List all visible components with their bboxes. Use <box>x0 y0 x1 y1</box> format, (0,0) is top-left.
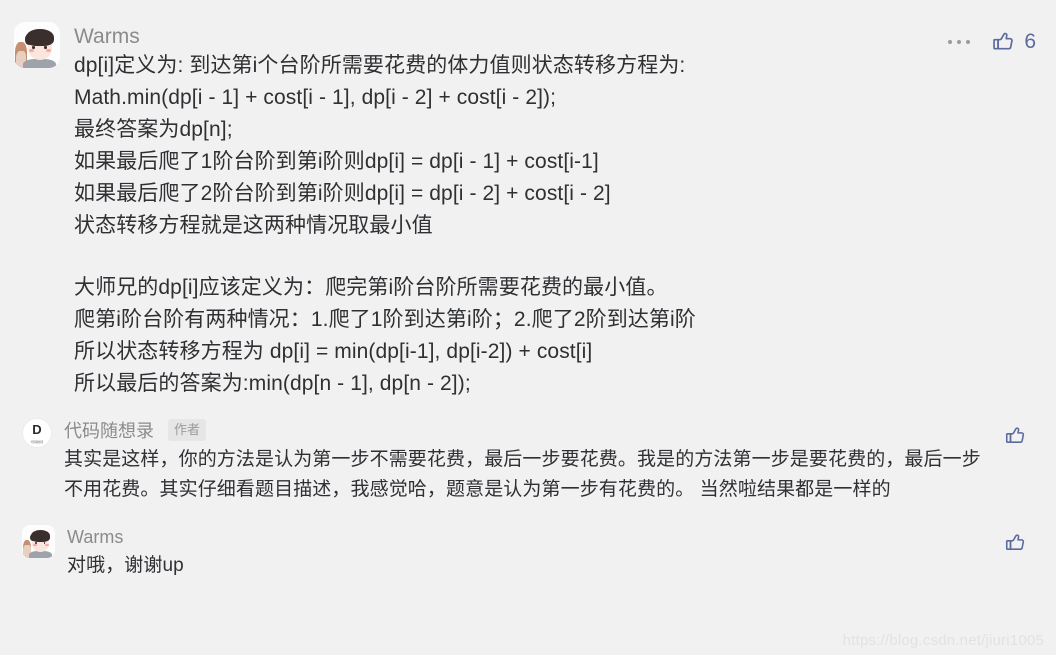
reply-username[interactable]: Warms <box>67 527 123 547</box>
reply-text: 其实是这样，你的方法是认为第一步不需要花费，最后一步要花费。我是的方法第一步是要… <box>64 449 981 500</box>
reply-item: D 代码随想录 代码随想录 作者 其实是这样，你的方法是认为第一步不需要花费，最… <box>22 418 1036 505</box>
avatar-hair-side <box>29 533 36 542</box>
reply-like-button[interactable] <box>1003 525 1028 560</box>
comment-text-secondary: 大师兄的dp[i]应该定义为：爬完第i阶台阶所需要花费的最小值。 爬第i阶台阶有… <box>74 276 696 395</box>
comment-thread: Warms dp[i]定义为: 到达第i个台阶所需要花费的体力值则状态转移方程为… <box>0 0 1056 581</box>
reply-username-wrapper: 代码随想录 作者 <box>64 418 997 442</box>
reply-body: 代码随想录 作者 其实是这样，你的方法是认为第一步不需要花费，最后一步要花费。我… <box>52 418 1003 505</box>
comment-username[interactable]: Warms <box>74 22 936 50</box>
avatar-body <box>23 58 57 68</box>
reply-item: Warms 对哦，谢谢up <box>22 525 1036 581</box>
like-count: 6 <box>1024 30 1036 53</box>
reply-username[interactable]: 代码随想录 <box>64 421 154 441</box>
warms-avatar[interactable] <box>22 525 55 558</box>
daimasuixianglu-logo-avatar[interactable]: D 代码随想录 <box>22 418 52 448</box>
reply-avatar-caption: 代码随想录 <box>30 440 44 444</box>
comment-body: Warms dp[i]定义为: 到达第i个台阶所需要花费的体力值则状态转移方程为… <box>60 22 936 400</box>
thumbs-up-icon <box>990 28 1017 55</box>
reply-username-wrapper: Warms <box>67 525 997 548</box>
thumbs-up-icon <box>1003 534 1028 559</box>
like-button[interactable]: 6 <box>990 28 1036 55</box>
more-horizontal-icon[interactable] <box>946 34 972 50</box>
avatar-hair-side <box>25 34 34 45</box>
avatar-eye-left <box>35 542 37 545</box>
avatar-cheek-left <box>29 48 35 52</box>
watermark: https://blog.csdn.net/jiuri1005 <box>842 632 1044 649</box>
more-dot <box>957 39 962 44</box>
avatar-eye-right <box>44 45 47 49</box>
author-badge: 作者 <box>168 419 207 441</box>
thumbs-up-icon <box>1003 427 1028 452</box>
avatar-eye-left <box>32 45 35 49</box>
comment-text-primary: dp[i]定义为: 到达第i个台阶所需要花费的体力值则状态转移方程为: Math… <box>74 54 686 237</box>
comment-header-row: Warms dp[i]定义为: 到达第i个台阶所需要花费的体力值则状态转移方程为… <box>14 22 1036 400</box>
more-dot <box>966 39 971 44</box>
comment-actions: 6 <box>946 22 1036 55</box>
reply-list: D 代码随想录 代码随想录 作者 其实是这样，你的方法是认为第一步不需要花费，最… <box>14 418 1036 581</box>
reply-text: 对哦，谢谢up <box>67 555 184 576</box>
reply-like-button[interactable] <box>1003 418 1028 453</box>
reply-avatar-letter: D <box>32 422 42 437</box>
avatar-body <box>28 551 53 558</box>
more-dot <box>948 39 953 44</box>
reply-body: Warms 对哦，谢谢up <box>55 525 1003 581</box>
warms-avatar[interactable] <box>14 22 60 68</box>
avatar-cheek-right <box>46 48 52 52</box>
